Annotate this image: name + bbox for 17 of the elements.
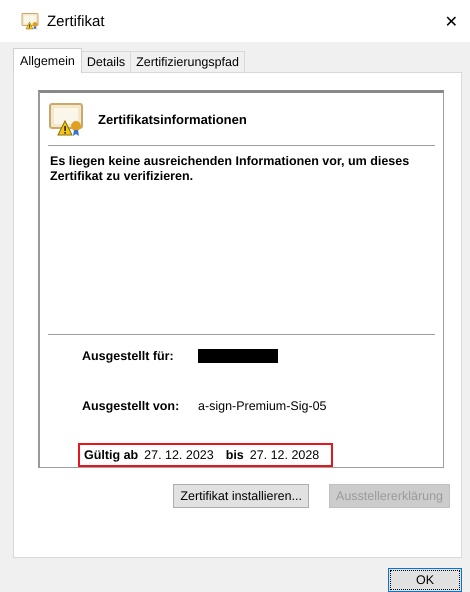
tab[interactable]: Allgemein	[13, 48, 82, 73]
field-label: bis	[226, 448, 244, 462]
ok-button[interactable]: OK	[388, 568, 462, 592]
date-value: 27. 12. 2023	[144, 448, 214, 462]
certificate-warning-icon	[48, 101, 84, 137]
info-message: Es liegen keine ausreichenden Informationen vor, um dieses Zertifikat zu verifizieren.	[49, 153, 410, 184]
field-value: a-sign-Premium-Sig-05	[198, 399, 327, 413]
tab[interactable]: Zertifizierungspfad	[130, 51, 245, 72]
field-label: Gültig ab	[84, 448, 138, 462]
field-label: Ausgestellt von:	[82, 399, 180, 413]
info-heading: Zertifikatsinformationen	[98, 112, 247, 126]
date-value: 27. 12. 2028	[250, 448, 320, 462]
field-label: Ausgestellt für:	[82, 349, 175, 363]
certificate-warning-icon	[21, 12, 39, 30]
close-button[interactable]: ✕	[440, 12, 462, 30]
dialog-button[interactable]: Zertifikat installieren...	[173, 484, 309, 508]
window-title: Zertifikat	[47, 12, 105, 30]
